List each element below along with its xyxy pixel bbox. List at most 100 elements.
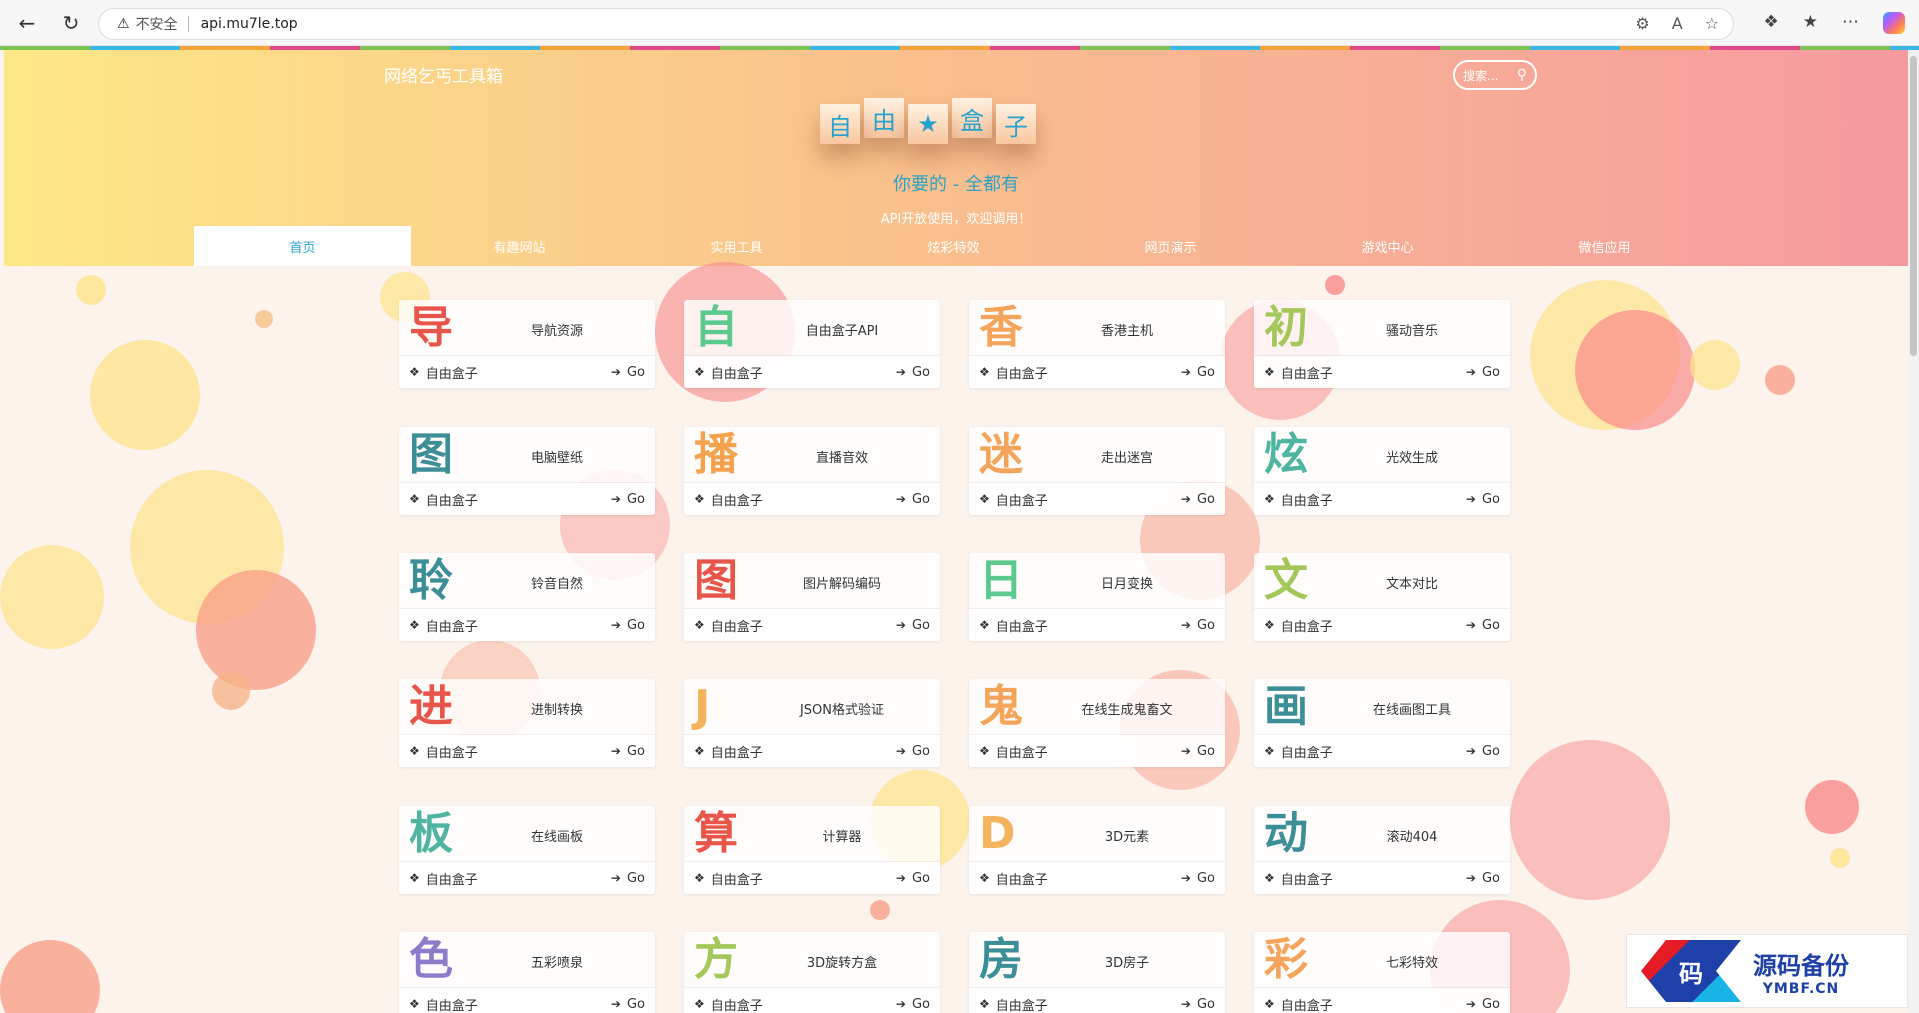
card-header[interactable]: 文文本对比 [1254,553,1510,609]
card-header[interactable]: 日日月变换 [969,553,1225,609]
go-link[interactable]: ➔ Go [611,618,645,633]
go-link[interactable]: ➔ Go [896,744,930,759]
card-title[interactable]: 导航资源 [459,320,655,339]
card-header[interactable]: J JSON格式验证 [684,679,940,735]
go-link[interactable]: ➔ Go [1466,492,1500,507]
go-link[interactable]: ➔ Go [1466,997,1500,1012]
scrollbar-thumb[interactable] [1910,56,1917,356]
card-header[interactable]: 进进制转换 [399,679,655,735]
go-link[interactable]: ➔ Go [1466,871,1500,886]
card-title[interactable]: 滚动404 [1314,826,1510,845]
search-input[interactable]: 搜索... ⚲ [1453,60,1537,90]
tool-card[interactable]: D 3D元素 ❖ 自由盒子 ➔ Go [969,806,1225,894]
tool-card[interactable]: 炫光效生成 ❖ 自由盒子 ➔ Go [1254,427,1510,515]
go-link[interactable]: ➔ Go [1181,618,1215,633]
card-header[interactable]: 初骚动音乐 [1254,300,1510,356]
card-title[interactable]: 自由盒子API [744,320,940,339]
card-title[interactable]: 七彩特效 [1314,952,1510,971]
card-title[interactable]: 光效生成 [1314,447,1510,466]
card-title[interactable]: 3D房子 [1029,952,1225,971]
tool-card[interactable]: 迷走出迷宫 ❖ 自由盒子 ➔ Go [969,427,1225,515]
card-title[interactable]: 计算器 [744,826,940,845]
copilot-icon[interactable] [1883,12,1905,34]
card-title[interactable]: 走出迷宫 [1029,447,1225,466]
tab-2[interactable]: 实用工具 [628,226,845,266]
url-text[interactable]: api.mu7le.top [201,16,298,32]
card-header[interactable]: 播直播音效 [684,427,940,483]
card-title[interactable]: 3D旋转方盒 [744,952,940,971]
go-link[interactable]: ➔ Go [1466,365,1500,380]
card-title[interactable]: 骚动音乐 [1314,320,1510,339]
search-icon[interactable]: ⚲ [1517,67,1527,83]
card-title[interactable]: 图片解码编码 [744,573,940,592]
card-header[interactable]: 房 3D房子 [969,932,1225,988]
card-title[interactable]: 进制转换 [459,699,655,718]
card-header[interactable]: 方 3D旋转方盒 [684,932,940,988]
card-header[interactable]: 板在线画板 [399,806,655,862]
card-header[interactable]: 炫光效生成 [1254,427,1510,483]
card-header[interactable]: 画在线画图工具 [1254,679,1510,735]
back-icon[interactable]: ← [14,10,40,36]
tool-card[interactable]: 聆铃音自然 ❖ 自由盒子 ➔ Go [399,553,655,641]
go-link[interactable]: ➔ Go [611,871,645,886]
card-title[interactable]: 文本对比 [1314,573,1510,592]
tool-card[interactable]: J JSON格式验证 ❖ 自由盒子 ➔ Go [684,679,940,767]
card-header[interactable]: 香香港主机 [969,300,1225,356]
reload-icon[interactable]: ↻ [58,10,84,36]
card-header[interactable]: D 3D元素 [969,806,1225,862]
tab-1[interactable]: 有趣网站 [411,226,628,266]
extensions-icon[interactable]: ❖ [1764,12,1779,34]
tool-card[interactable]: 算计算器 ❖ 自由盒子 ➔ Go [684,806,940,894]
card-title[interactable]: 3D元素 [1029,826,1225,845]
card-header[interactable]: 聆铃音自然 [399,553,655,609]
tool-card[interactable]: 方 3D旋转方盒 ❖ 自由盒子 ➔ Go [684,932,940,1013]
go-link[interactable]: ➔ Go [896,871,930,886]
go-link[interactable]: ➔ Go [896,492,930,507]
favorites-icon[interactable]: ★ [1803,12,1818,34]
card-header[interactable]: 彩七彩特效 [1254,932,1510,988]
go-link[interactable]: ➔ Go [1466,618,1500,633]
go-link[interactable]: ➔ Go [611,997,645,1012]
go-link[interactable]: ➔ Go [1181,744,1215,759]
go-link[interactable]: ➔ Go [896,997,930,1012]
go-link[interactable]: ➔ Go [1181,997,1215,1012]
tool-card[interactable]: 色五彩喷泉 ❖ 自由盒子 ➔ Go [399,932,655,1013]
tool-card[interactable]: 自自由盒子API ❖ 自由盒子 ➔ Go [684,300,940,388]
card-header[interactable]: 图电脑壁纸 [399,427,655,483]
tool-card[interactable]: 图图片解码编码 ❖ 自由盒子 ➔ Go [684,553,940,641]
read-aloud-icon[interactable]: A [1672,14,1683,33]
card-title[interactable]: 在线画图工具 [1314,699,1510,718]
site-title[interactable]: 网络乞丐工具箱 [384,62,503,87]
favorite-star-icon[interactable]: ☆ [1705,14,1719,33]
go-link[interactable]: ➔ Go [611,744,645,759]
go-link[interactable]: ➔ Go [611,492,645,507]
tab-0[interactable]: 首页 [194,226,411,266]
tool-card[interactable]: 日日月变换 ❖ 自由盒子 ➔ Go [969,553,1225,641]
card-header[interactable]: 鬼在线生成鬼畜文 [969,679,1225,735]
tool-card[interactable]: 图电脑壁纸 ❖ 自由盒子 ➔ Go [399,427,655,515]
tab-4[interactable]: 网页演示 [1062,226,1279,266]
tool-card[interactable]: 动滚动404 ❖ 自由盒子 ➔ Go [1254,806,1510,894]
address-bar[interactable]: ⚠ 不安全 api.mu7le.top ⚙ A ☆ [98,8,1734,40]
card-title[interactable]: 五彩喷泉 [459,952,655,971]
go-link[interactable]: ➔ Go [1466,744,1500,759]
card-title[interactable]: 直播音效 [744,447,940,466]
go-link[interactable]: ➔ Go [1181,365,1215,380]
tool-card[interactable]: 导导航资源 ❖ 自由盒子 ➔ Go [399,300,655,388]
card-title[interactable]: 电脑壁纸 [459,447,655,466]
vertical-scrollbar[interactable] [1908,50,1919,1013]
tab-3[interactable]: 炫彩特效 [845,226,1062,266]
go-link[interactable]: ➔ Go [896,365,930,380]
card-title[interactable]: 在线画板 [459,826,655,845]
tool-card[interactable]: 彩七彩特效 ❖ 自由盒子 ➔ Go [1254,932,1510,1013]
tool-card[interactable]: 进进制转换 ❖ 自由盒子 ➔ Go [399,679,655,767]
go-link[interactable]: ➔ Go [896,618,930,633]
card-header[interactable]: 自自由盒子API [684,300,940,356]
tracking-icon[interactable]: ⚙ [1635,14,1649,33]
go-link[interactable]: ➔ Go [1181,871,1215,886]
go-link[interactable]: ➔ Go [611,365,645,380]
card-header[interactable]: 算计算器 [684,806,940,862]
tool-card[interactable]: 香香港主机 ❖ 自由盒子 ➔ Go [969,300,1225,388]
tool-card[interactable]: 初骚动音乐 ❖ 自由盒子 ➔ Go [1254,300,1510,388]
go-link[interactable]: ➔ Go [1181,492,1215,507]
